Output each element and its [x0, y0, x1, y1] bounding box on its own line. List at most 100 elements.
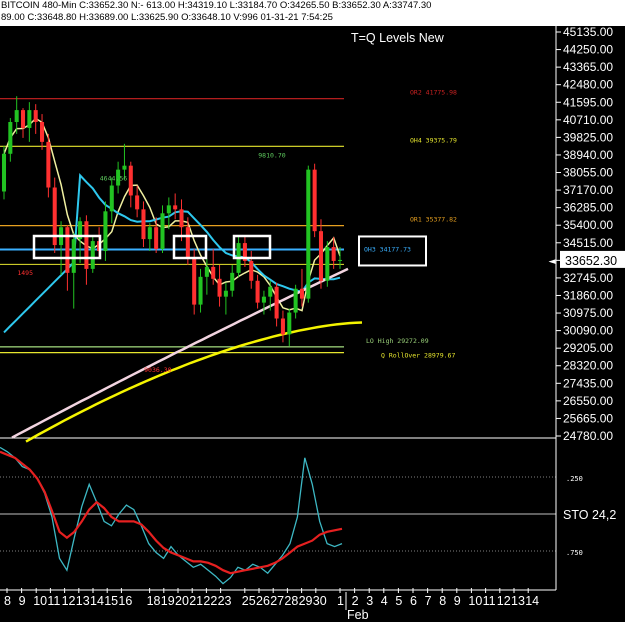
candle-body [135, 195, 140, 210]
stoch-level-label: .750 [566, 549, 583, 557]
price-tick-label: 27435.00 [563, 376, 613, 390]
candle-body [154, 227, 159, 250]
quote-header: BITCOIN 480-Min C:33652.30 N:- 613.00 H:… [0, 0, 625, 26]
candle-body [280, 318, 285, 335]
price-tick-label: 25665.00 [563, 411, 613, 425]
price-tick-label: 26550.00 [563, 394, 613, 408]
candle-body [198, 276, 203, 305]
price-tick-label: 34515.00 [563, 236, 613, 250]
price-tick-label: 30090.00 [563, 324, 613, 338]
candle-body [122, 165, 127, 170]
price-tick-label: 29205.00 [563, 341, 613, 355]
candle-body [325, 247, 330, 281]
candle-body [217, 278, 222, 297]
candle-body [287, 312, 292, 335]
price-annotation: 1495 [17, 269, 33, 277]
candle-body [141, 209, 146, 240]
price-level-label: OH4 39375.79 [410, 136, 457, 144]
price-tick-label: 42480.00 [563, 78, 613, 92]
chart-title: T=Q Levels New [351, 31, 445, 45]
price-level-label: OH3 34177.73 [364, 245, 411, 253]
candle-body [14, 110, 19, 123]
date-tick-label: 9 [19, 594, 26, 608]
date-tick-label: 14 [90, 594, 104, 608]
price-annotation: 9810.70 [258, 152, 285, 160]
date-tick-label: 3 [366, 594, 373, 608]
last-price-label: 33652.30 [565, 254, 617, 268]
price-tick-label: 38055.00 [563, 166, 613, 180]
candle-body [27, 110, 32, 128]
candle-body [268, 286, 273, 297]
price-annotation: 4644.56 [100, 175, 127, 183]
date-tick-label: 8 [4, 594, 11, 608]
candle-body [33, 110, 38, 123]
candle-body [230, 272, 235, 291]
quote-line-2: 89.00 C:33648.80 H:33689.00 L:33625.90 O… [1, 12, 333, 23]
candle-body [192, 256, 197, 305]
date-tick-label: 22 [203, 594, 217, 608]
candle-body [109, 185, 114, 212]
candle-body [185, 227, 190, 257]
price-annotation: 9036.30 [144, 366, 171, 374]
date-tick-label: 14 [525, 594, 539, 608]
date-tick-label: 12 [62, 594, 76, 608]
candle-body [261, 296, 266, 303]
candle-body [147, 227, 152, 240]
date-tick-label: 7 [425, 594, 432, 608]
candle-body [204, 266, 209, 277]
date-tick-label: 26 [256, 594, 270, 608]
candle-body [318, 231, 324, 281]
date-tick-label: 20 [175, 594, 189, 608]
candle-body [255, 280, 260, 303]
price-tick-label: 44250.00 [563, 43, 613, 57]
date-tick-label: 12 [497, 594, 511, 608]
date-tick-label: 30 [313, 594, 327, 608]
candle-body [249, 260, 254, 281]
candle-body [103, 211, 108, 252]
price-tick-label: 40710.00 [563, 113, 613, 127]
candle-body [8, 122, 13, 154]
date-tick-label: 18 [147, 594, 161, 608]
date-tick-label: 25 [242, 594, 256, 608]
price-tick-label: 38940.00 [563, 148, 613, 162]
price-tick-label: 32745.00 [563, 271, 613, 285]
chart-background [0, 0, 625, 622]
price-level-label: LO High 29272.09 [366, 337, 429, 345]
candle-body [71, 239, 76, 273]
date-tick-label: 15 [104, 594, 118, 608]
date-tick-label: 1 [337, 594, 344, 608]
candle-body [20, 110, 26, 128]
quote-line-1: BITCOIN 480-Min C:33652.30 N:- 613.00 H:… [1, 0, 432, 11]
date-tick-label: 28 [284, 594, 298, 608]
date-tick-label: 16 [118, 594, 132, 608]
candle-body [128, 165, 133, 196]
candle-body [312, 169, 317, 232]
price-tick-label: 43365.00 [563, 60, 613, 74]
price-tick-label: 36285.00 [563, 201, 613, 215]
price-tick-label: 45135.00 [563, 25, 613, 39]
date-tick-label: 27 [270, 594, 284, 608]
candle-body [166, 205, 171, 214]
price-tick-label: 41595.00 [563, 95, 613, 109]
price-tick-label: 39825.00 [563, 130, 613, 144]
date-tick-label: 10 [468, 594, 482, 608]
candle-body [46, 141, 51, 188]
date-tick-label: 2 [352, 594, 359, 608]
date-tick-label: 6 [410, 594, 417, 608]
candle-body [65, 227, 70, 273]
month-label: Feb [347, 608, 369, 622]
candle-body [160, 213, 165, 250]
date-tick-label: 13 [511, 594, 525, 608]
price-level-label: OR1 35377.82 [410, 216, 457, 224]
date-tick-label: 8 [439, 594, 446, 608]
last-price-arrow: ◄ [549, 257, 556, 267]
date-tick-label: 13 [76, 594, 90, 608]
date-tick-label: 19 [161, 594, 175, 608]
date-tick-label: 11 [483, 594, 496, 608]
price-tick-label: 37170.00 [563, 183, 613, 197]
candle-body [179, 209, 184, 228]
candle-body [223, 290, 228, 297]
candle-body [40, 122, 45, 142]
date-tick-label: 11 [47, 594, 60, 608]
price-tick-label: 28320.00 [563, 359, 613, 373]
